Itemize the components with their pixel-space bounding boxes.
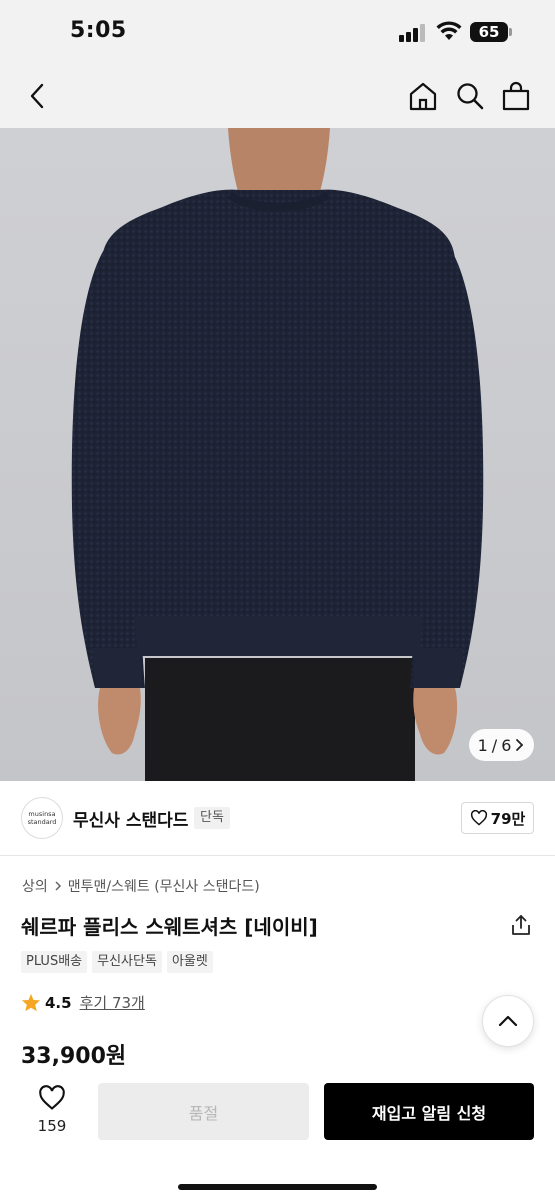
wishlist-button[interactable]: 159	[22, 1085, 82, 1135]
chevron-right-icon	[55, 881, 61, 891]
star-icon	[21, 993, 41, 1012]
rating-row: 4.5 후기 73개	[21, 992, 145, 1013]
breadcrumb-item-category[interactable]: 상의	[22, 876, 48, 896]
chevron-left-icon[interactable]	[28, 82, 46, 110]
chevron-right-icon	[516, 739, 524, 751]
restock-alert-button[interactable]: 재입고 알림 신청	[324, 1083, 534, 1140]
scroll-to-top-button[interactable]	[482, 995, 534, 1047]
rating-score: 4.5	[45, 993, 72, 1012]
tag-exclusive: 무신사단독	[92, 951, 162, 973]
top-nav-bar	[0, 64, 555, 128]
battery-indicator: 65	[470, 22, 508, 42]
battery-tip	[509, 28, 512, 36]
chevron-up-icon	[498, 1015, 518, 1027]
exclusive-badge: 단독	[194, 807, 230, 829]
image-counter-separator: /	[491, 735, 498, 755]
product-tags: PLUS배송 무신사단독 아울렛	[21, 951, 213, 973]
share-icon[interactable]	[510, 914, 532, 936]
product-price: 33,900원	[21, 1044, 127, 1069]
image-counter-current: 1	[477, 735, 488, 755]
search-icon[interactable]	[454, 80, 486, 112]
brand-logo-text-2: standard	[27, 818, 57, 826]
review-count-link[interactable]: 후기 73개	[80, 992, 145, 1013]
brand-like-count: 79만	[490, 809, 526, 828]
brand-like-button[interactable]: 79만	[461, 802, 534, 834]
image-counter[interactable]: 1 / 6	[469, 729, 534, 761]
brand-name[interactable]: 무신사 스탠다드	[73, 806, 188, 831]
wishlist-count: 159	[37, 1117, 67, 1135]
breadcrumb-item-subcategory[interactable]: 맨투맨/스웨트 (무신사 스탠다드)	[68, 876, 260, 896]
sweater-photo	[71, 128, 484, 781]
product-title: 쉐르파 플리스 스웨트셔츠 [네이비]	[21, 915, 318, 939]
breadcrumb: 상의 맨투맨/스웨트 (무신사 스탠다드)	[22, 876, 260, 896]
image-counter-total: 6	[501, 735, 512, 755]
heart-icon	[470, 810, 487, 826]
shopping-bag-icon[interactable]	[501, 80, 531, 112]
tag-plus-delivery: PLUS배송	[21, 951, 88, 973]
wifi-icon	[436, 21, 462, 40]
soldout-button: 품절	[98, 1083, 309, 1140]
brand-logo-text-1: musinsa	[28, 810, 56, 818]
tag-outlet: 아울렛	[166, 951, 213, 973]
brand-logo[interactable]: musinsa standard	[21, 797, 63, 839]
bottom-action-bar: 159 품절 재입고 알림 신청	[0, 1069, 555, 1200]
brand-row: musinsa standard 무신사 스탠다드 단독 79만	[0, 781, 555, 856]
heart-icon	[39, 1085, 65, 1110]
home-icon[interactable]	[407, 80, 439, 112]
status-bar: 5:05 65	[0, 0, 555, 64]
cellular-signal-icon	[399, 24, 429, 42]
product-image[interactable]: 1 / 6	[0, 128, 555, 781]
status-time: 5:05	[70, 18, 127, 43]
home-indicator	[178, 1184, 377, 1190]
